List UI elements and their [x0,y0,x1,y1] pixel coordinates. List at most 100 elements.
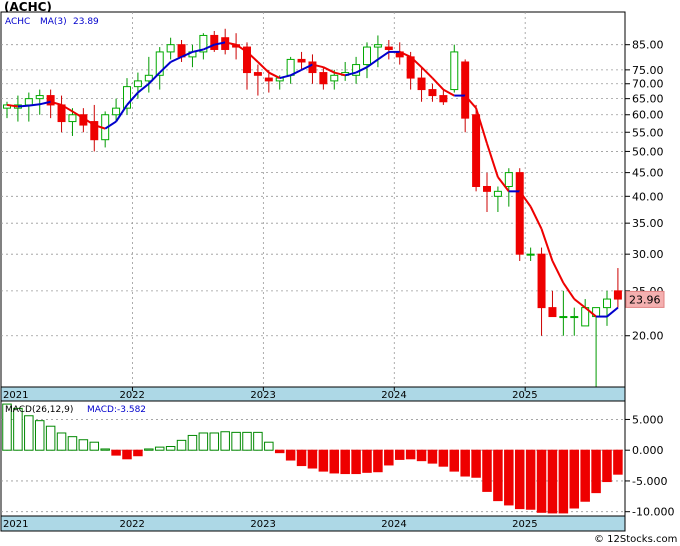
macd-bar [558,449,569,514]
macd-bar [187,434,198,451]
legend-ma-label: MA(3) [40,17,67,27]
macd-bar [482,449,492,492]
macd-bar [602,449,612,483]
price-tick-label-3: 65.00 [632,93,664,106]
macd-bar [198,432,209,451]
price-tick-label-4: 60.00 [632,109,664,122]
macd-bar [525,449,536,510]
candle-body [461,61,470,119]
candle-body [112,107,121,116]
price-tick-label-7: 45.00 [632,167,664,180]
macd-tick-label-0: 5.000 [632,413,664,426]
price-tick-label-10: 30.00 [632,248,664,261]
candle-body [275,77,284,82]
macd-bar [154,446,165,451]
macd-bar [493,449,503,502]
macd-bar [405,449,416,460]
macd-tick-label-3: -10.000 [632,506,674,519]
macd-bar [253,431,263,451]
candle-body [613,290,622,300]
macd-bar [362,449,372,473]
candle-body [373,44,382,48]
macd-bar [373,449,383,473]
candle-body [286,58,295,76]
macd-bar [449,449,460,472]
candle-body [384,46,393,50]
macd-bar [264,441,274,451]
ma-line-segment [28,103,40,107]
price-tick-label-1: 75.00 [632,64,664,77]
candle-body [570,316,579,319]
macd-bar [504,449,514,506]
macd-bar [307,449,318,469]
price-tick-label-5: 55.00 [632,126,664,139]
macd-bar [591,449,601,494]
macd-bar [133,449,143,457]
candle-body [559,316,568,319]
macd-year-label-3: 2024 [381,519,406,530]
macd-bar [569,449,580,509]
price-tick-label-0: 85.00 [632,39,664,52]
macd-bar [416,449,427,462]
macd-bar [329,449,340,474]
stock-chart: (ACHC)85.0075.0070.0065.0060.0055.0050.0… [0,0,677,545]
price-year-label-3: 2024 [381,390,406,401]
macd-bar [536,449,547,513]
candle-body [548,307,557,318]
candle-body [297,58,306,63]
macd-legend-label: MACD(26,12,9) [5,405,73,415]
candle-body [166,44,175,53]
candle-body [319,72,328,85]
macd-bar [427,449,438,464]
candle-body [133,80,142,88]
macd-bar [471,449,481,478]
macd-legend-value: MACD:-3.582 [87,405,146,415]
price-year-label-1: 2022 [119,390,144,401]
price-tick-label-12: 20.00 [632,330,664,343]
candle-body [264,77,273,82]
candle-body [493,190,502,197]
price-year-label-2: 2023 [250,390,275,401]
candle-body [483,185,491,192]
macd-bar [384,449,394,466]
macd-bar [351,449,361,475]
macd-bar [220,431,230,451]
macd-bar [122,449,132,460]
macd-bar [78,439,89,451]
macd-bar [460,449,470,477]
candle-body [363,46,371,66]
macd-bar [165,446,176,451]
macd-tick-label-1: 0.000 [632,444,664,457]
macd-bar [111,449,121,456]
candle-body [603,298,611,309]
macd-bar [613,449,623,475]
candle-body [450,51,459,91]
candle-body [515,172,524,255]
macd-bar [144,448,154,451]
macd-bar [56,432,67,451]
candle-body [428,89,437,97]
candle-body [417,77,426,91]
macd-tick-label-2: -5.000 [632,475,667,488]
macd-bar [45,425,56,451]
candle-body [68,114,77,123]
candle-body [308,61,317,74]
ma-line-segment [17,104,29,108]
price-year-label-4: 2025 [512,390,537,401]
legend-ma-value: 23.89 [73,17,99,27]
macd-bar [580,449,590,502]
macd-bar [318,449,329,472]
macd-year-label-2: 2023 [250,519,275,530]
macd-bar [242,431,252,451]
candle-body [46,95,55,106]
macd-bar [285,449,296,461]
macd-bar [209,432,220,451]
candle-body [526,253,535,256]
macd-bar [438,449,449,467]
price-tick-label-6: 50.00 [632,145,664,158]
price-tick-label-8: 40.00 [632,190,664,203]
macd-bar [547,449,558,514]
price-tick-label-2: 70.00 [632,78,664,91]
candle-body [35,95,44,100]
candle-body [253,72,262,76]
